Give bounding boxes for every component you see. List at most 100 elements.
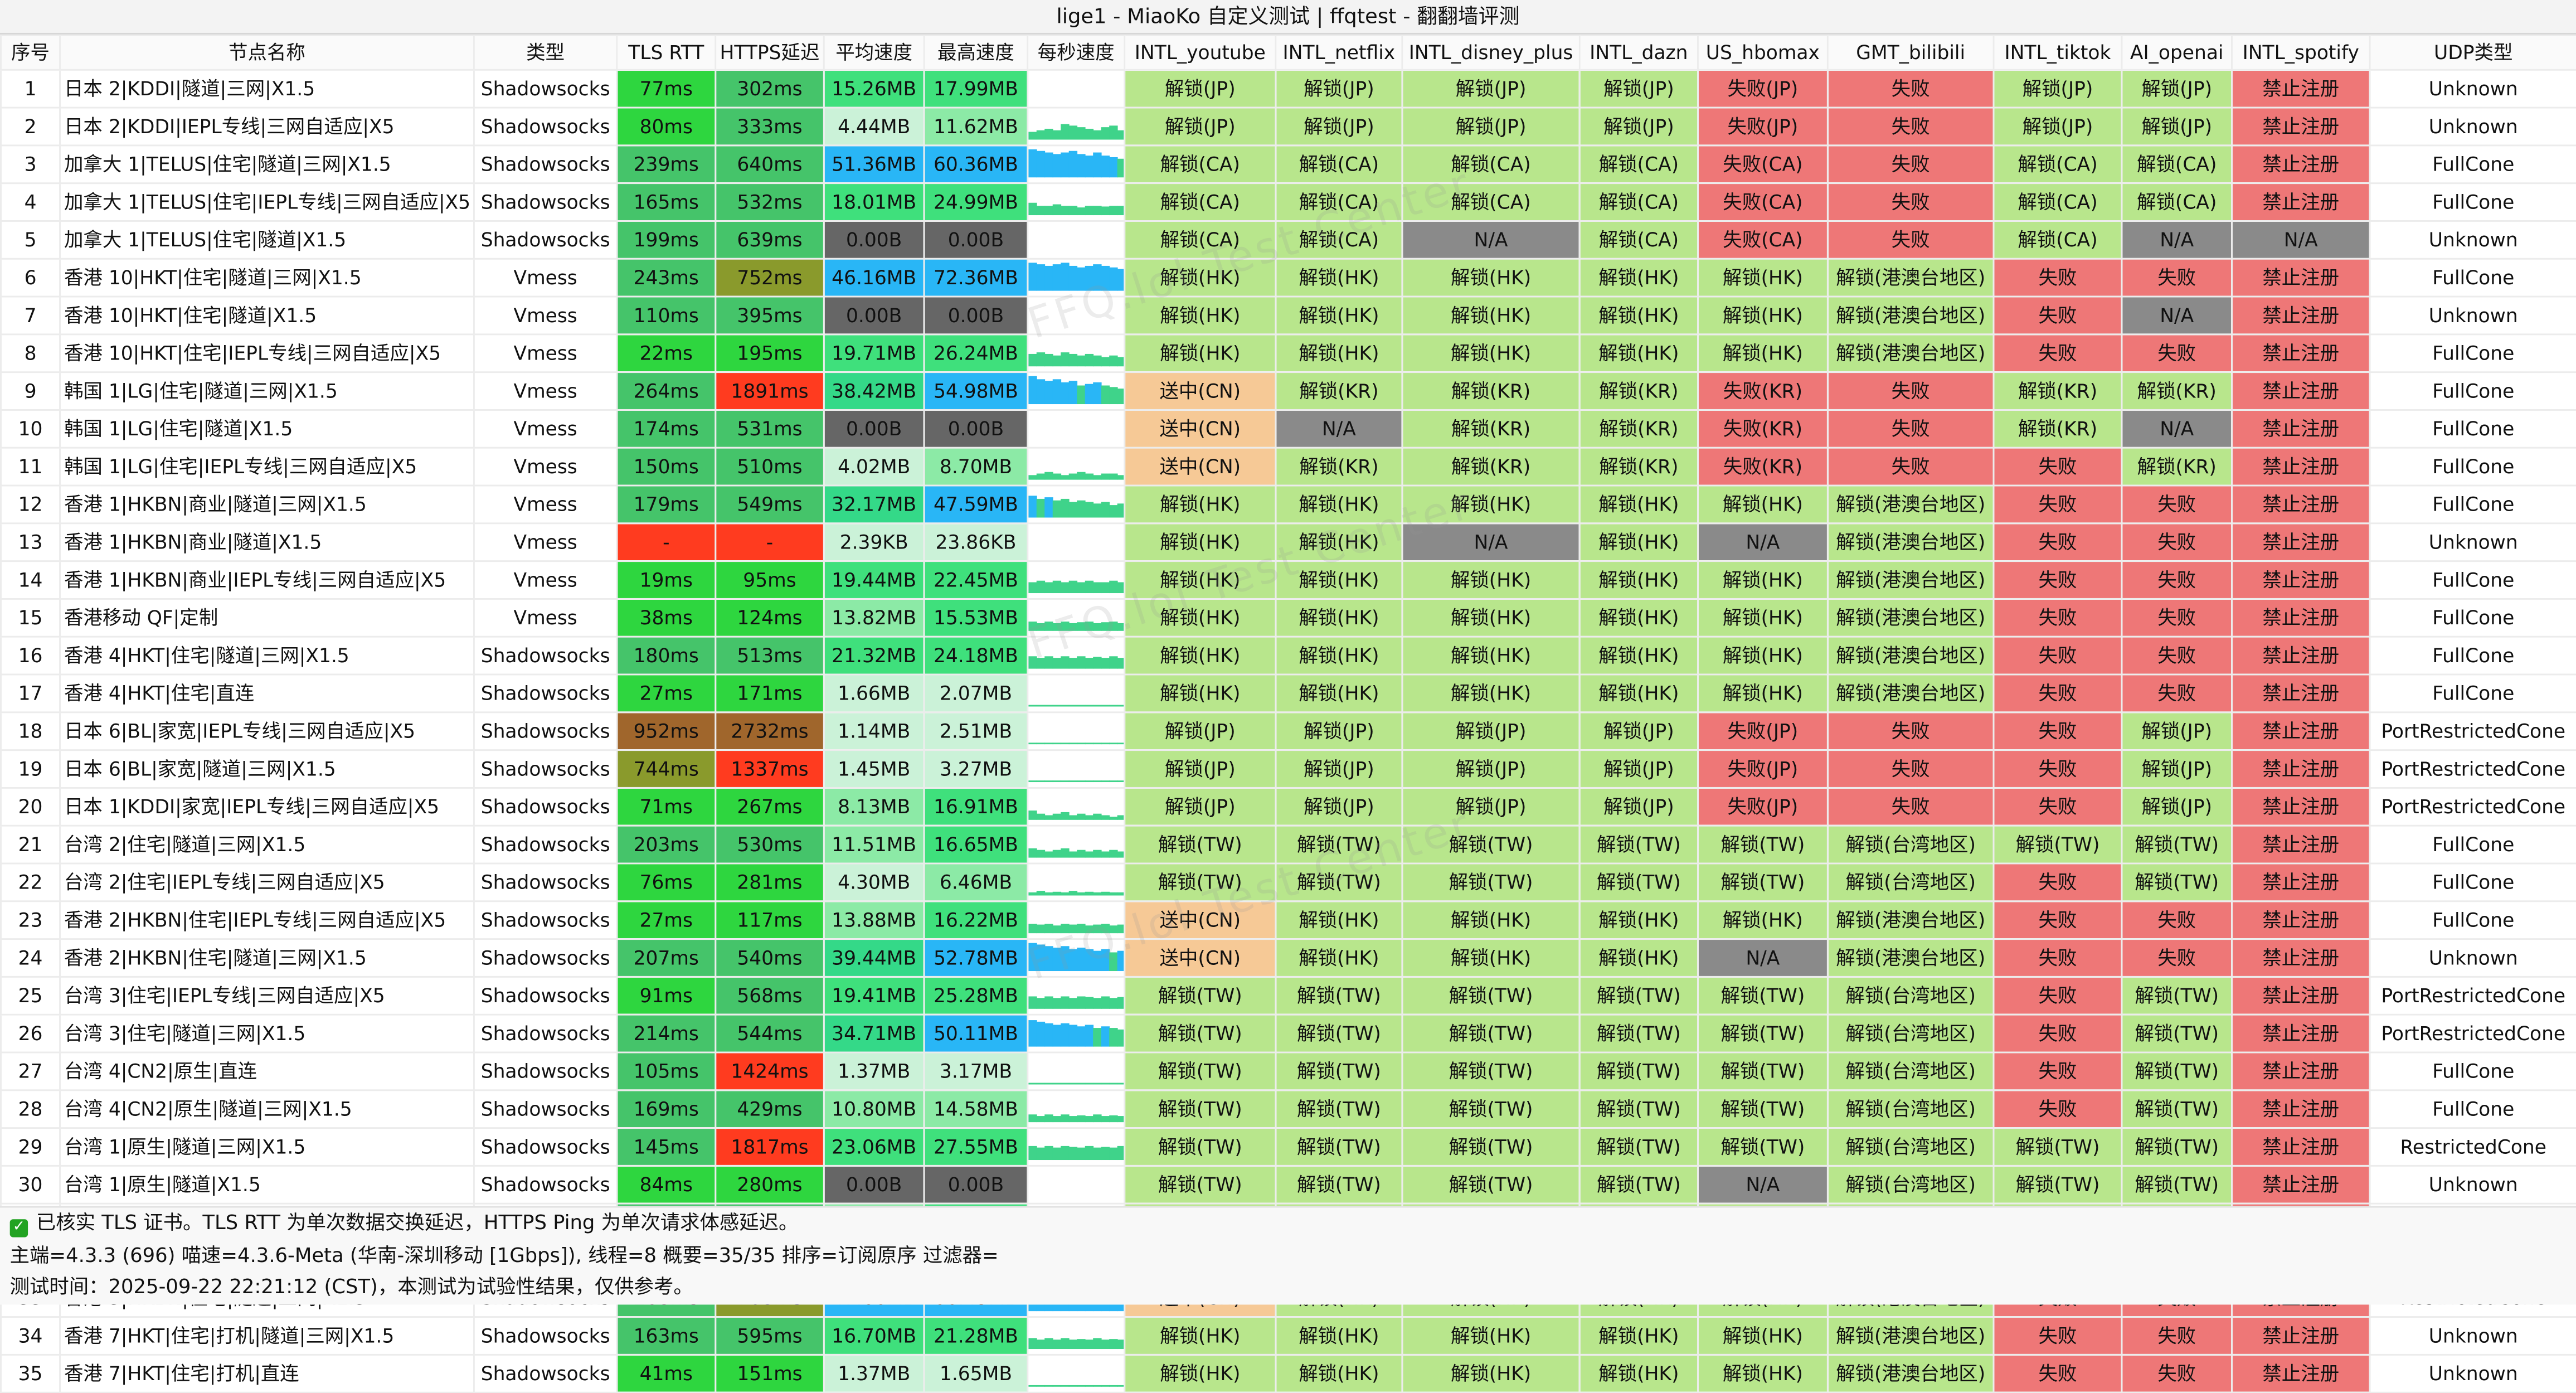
sparkline-bar <box>1068 580 1078 593</box>
table-row[interactable]: 4 加拿大 1|TELUS|住宅|IEPL专线|三网自适应|X5 Shadowsoc… <box>0 182 2576 222</box>
table-row[interactable]: 19 日本 6|BL|家宽|隧道|三网|X1.5 Shadowsocks 744ms 1… <box>0 749 2576 788</box>
sparkline-chart <box>1029 1145 1123 1160</box>
table-row[interactable]: 13 香港 1|HKBN|商业|隧道|X1.5 Vmess - -2.39KB 23.86… <box>0 522 2576 562</box>
node-name-cell: 台湾 2|住宅|IEPL专线|三网自适应|X5 <box>59 862 475 902</box>
column-header[interactable]: 类型 <box>473 34 618 70</box>
table-row[interactable]: 23 香港 2|HKBN|住宅|IEPL专线|三网自适应|X5 Shadowsock… <box>0 900 2576 940</box>
row-index-cell: 20 <box>0 787 61 826</box>
column-header[interactable]: 序号 <box>0 34 61 70</box>
sparkline-bar <box>1109 504 1118 517</box>
tls-rtt-cell: 180ms <box>616 635 717 675</box>
netflix-status-cell: 解锁(TW) <box>1275 1089 1403 1129</box>
column-header[interactable]: INTL_spotify <box>2230 34 2371 70</box>
column-header[interactable]: AI_openai <box>2121 34 2233 70</box>
tiktok-status-cell: 失败 <box>1992 446 2123 486</box>
table-row[interactable]: 34 香港 7|HKT|住宅|打机|隧道|三网|X1.5 Shadowsocks 16… <box>0 1316 2576 1355</box>
table-row[interactable]: 21 台湾 2|住宅|隧道|三网|X1.5 Shadowsocks 203ms 530m… <box>0 824 2576 864</box>
netflix-status-cell: 解锁(JP) <box>1275 749 1403 788</box>
sparkline-bar <box>1109 997 1118 1008</box>
table-row[interactable]: 6 香港 10|HKT|住宅|隧道|三网|X1.5 Vmess 243ms 752ms 4… <box>0 257 2576 297</box>
row-index-cell: 13 <box>0 522 61 562</box>
spotify-status-cell: 禁止注册 <box>2230 371 2371 411</box>
column-header[interactable]: TLS RTT <box>616 34 717 70</box>
avg-speed-cell: 34.71MB <box>823 1013 925 1053</box>
tiktok-status-cell: 失败 <box>1992 1316 2123 1355</box>
column-header[interactable]: 最高速度 <box>923 34 1029 70</box>
table-row[interactable]: 15 香港移动 QF|定制 Vmess 38ms 124ms 13.82MB 15.53MB… <box>0 598 2576 637</box>
sparkline-bar <box>1029 375 1037 404</box>
sparkline-bar <box>1052 355 1062 366</box>
tiktok-status-cell: 解锁(TW) <box>1992 1127 2123 1166</box>
column-header[interactable]: HTTPS延迟 <box>715 34 825 70</box>
table-row[interactable]: 25 台湾 3|住宅|IEPL专线|三网自适应|X5 Shadowsocks 91ms… <box>0 975 2576 1015</box>
table-row[interactable]: 8 香港 10|HKT|住宅|IEPL专线|三网自适应|X5 Vmess 22ms 19… <box>0 333 2576 373</box>
table-row[interactable]: 24 香港 2|HKBN|住宅|隧道|三网|X1.5 Shadowsocks 207m… <box>0 938 2576 977</box>
table-row[interactable]: 14 香港 1|HKBN|商业|IEPL专线|三网自适应|X5 Vmess 19ms 9… <box>0 560 2576 599</box>
disney-plus-status-cell: 解锁(KR) <box>1401 446 1581 486</box>
netflix-status-cell: 解锁(TW) <box>1275 1164 1403 1204</box>
sparkline-bar <box>1093 813 1102 819</box>
sparkline-bar <box>1036 150 1046 177</box>
table-row[interactable]: 30 台湾 1|原生|隧道|X1.5 Shadowsocks 84ms 280ms 0.0… <box>0 1164 2576 1204</box>
table-row[interactable]: 7 香港 10|HKT|住宅|隧道|X1.5 Vmess 110ms 395ms 0.00… <box>0 295 2576 335</box>
sparkline-bar <box>1068 814 1078 819</box>
column-header[interactable]: GMT_bilibili <box>1826 34 1995 70</box>
per-second-speed-sparkline <box>1027 1089 1126 1129</box>
sparkline-bar <box>1101 385 1110 404</box>
spotify-status-cell: 禁止注册 <box>2230 938 2371 977</box>
table-row[interactable]: 29 台湾 1|原生|隧道|三网|X1.5 Shadowsocks 145ms 1817… <box>0 1127 2576 1166</box>
table-row[interactable]: 27 台湾 4|CN2|原生|直连 Shadowsocks 105ms 1424ms 1.… <box>0 1051 2576 1091</box>
sparkline-bar <box>1061 780 1070 782</box>
sparkline-bar <box>1093 1114 1102 1122</box>
sparkline-bar <box>1061 847 1070 857</box>
row-index-cell: 30 <box>0 1164 61 1204</box>
column-header[interactable]: INTL_dazn <box>1578 34 1699 70</box>
table-row[interactable]: 35 香港 7|HKT|住宅|打机|直连 Shadowsocks 41ms 151ms 1… <box>0 1353 2576 1393</box>
table-row[interactable]: 28 台湾 4|CN2|原生|隧道|三网|X1.5 Shadowsocks 169ms… <box>0 1089 2576 1129</box>
table-row[interactable]: 20 日本 1|KDDI|家宽|IEPL专线|三网自适应|X5 Shadowsock… <box>0 787 2576 826</box>
table-row[interactable]: 17 香港 4|HKT|住宅|直连 Shadowsocks 27ms 171ms 1.66… <box>0 673 2576 713</box>
disney-plus-status-cell: 解锁(TW) <box>1401 1051 1581 1091</box>
table-row[interactable]: 1 日本 2|KDDI|隧道|三网|X1.5 Shadowsocks 77ms 302m… <box>0 68 2576 108</box>
table-row[interactable]: 11 韩国 1|LG|住宅|IEPL专线|三网自适应|X5 Vmess 150ms 51… <box>0 446 2576 486</box>
table-row[interactable]: 5 加拿大 1|TELUS|住宅|隧道|X1.5 Shadowsocks 199ms 6… <box>0 220 2576 259</box>
table-row[interactable]: 18 日本 6|BL|家宽|IEPL专线|三网自适应|X5 Shadowsocks 9… <box>0 711 2576 751</box>
table-row[interactable]: 22 台湾 2|住宅|IEPL专线|三网自适应|X5 Shadowsocks 76ms… <box>0 862 2576 902</box>
sparkline-bar <box>1101 851 1110 857</box>
row-index-cell: 16 <box>0 635 61 675</box>
table-row[interactable]: 3 加拿大 1|TELUS|住宅|隧道|三网|X1.5 Shadowsocks 239… <box>0 144 2576 184</box>
column-header[interactable]: 平均速度 <box>823 34 925 70</box>
table-row[interactable]: 10 韩国 1|LG|住宅|隧道|X1.5 Vmess 174ms 531ms 0.00B… <box>0 409 2576 448</box>
column-header[interactable]: 每秒速度 <box>1027 34 1126 70</box>
tiktok-status-cell: 失败 <box>1992 787 2123 826</box>
column-header[interactable]: US_hbomax <box>1697 34 1829 70</box>
netflix-status-cell: 解锁(HK) <box>1275 900 1403 940</box>
sparkline-bar <box>1093 581 1102 593</box>
sparkline-bar <box>1093 891 1102 895</box>
table-row[interactable]: 9 韩国 1|LG|住宅|隧道|三网|X1.5 Vmess 264ms 1891ms 38… <box>0 371 2576 411</box>
row-index-cell: 4 <box>0 182 61 222</box>
table-row[interactable]: 2 日本 2|KDDI|IEPL专线|三网自适应|X5 Shadowsocks 80m… <box>0 106 2576 146</box>
netflix-status-cell: 解锁(HK) <box>1275 938 1403 977</box>
table-row[interactable]: 16 香港 4|HKT|住宅|隧道|三网|X1.5 Shadowsocks 180ms… <box>0 635 2576 675</box>
column-header[interactable]: INTL_disney_plus <box>1401 34 1581 70</box>
column-header[interactable]: UDP类型 <box>2369 34 2576 70</box>
tiktok-status-cell: 失败 <box>1992 673 2123 713</box>
table-row[interactable]: 26 台湾 3|住宅|隧道|三网|X1.5 Shadowsocks 214ms 544m… <box>0 1013 2576 1053</box>
max-speed-cell: 6.46MB <box>923 862 1029 902</box>
column-header[interactable]: 节点名称 <box>59 34 475 70</box>
column-header[interactable]: INTL_youtube <box>1124 34 1277 70</box>
per-second-speed-sparkline <box>1027 257 1126 297</box>
disney-plus-status-cell: 解锁(TW) <box>1401 1127 1581 1166</box>
column-header[interactable]: INTL_tiktok <box>1992 34 2123 70</box>
sparkline-bar <box>1036 813 1046 819</box>
tiktok-status-cell: 失败 <box>1992 295 2123 335</box>
udp-type-cell: FullCone <box>2369 446 2576 486</box>
sparkline-bar <box>1101 704 1110 706</box>
column-header[interactable]: INTL_netflix <box>1275 34 1403 70</box>
hbomax-status-cell: 失败(CA) <box>1697 182 1829 222</box>
table-row[interactable]: 12 香港 1|HKBN|商业|隧道|三网|X1.5 Vmess 179ms 549ms… <box>0 484 2576 524</box>
hbomax-status-cell: 解锁(HK) <box>1697 635 1829 675</box>
sparkline-bar <box>1061 352 1070 366</box>
sparkline-bar <box>1044 851 1053 857</box>
